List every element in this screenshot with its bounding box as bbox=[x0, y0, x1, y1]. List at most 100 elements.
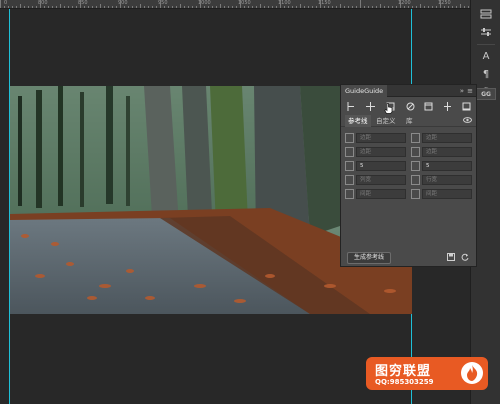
guideguide-icon[interactable]: GG bbox=[476, 88, 496, 100]
ruler-tick bbox=[404, 6, 405, 8]
ruler-tick bbox=[152, 6, 153, 8]
ruler-tick bbox=[332, 6, 333, 8]
ruler-tick bbox=[104, 6, 105, 8]
midpoint-guide-icon[interactable] bbox=[442, 101, 453, 111]
ruler-tick bbox=[4, 6, 5, 8]
watermark-qq: QQ:985303259 bbox=[375, 378, 434, 386]
ruler-tick bbox=[240, 0, 241, 8]
top-margin-field[interactable]: 边距 bbox=[356, 147, 406, 157]
ruler-tick bbox=[356, 6, 357, 8]
margin-row-2: 边距 边距 bbox=[341, 147, 476, 157]
ruler-tick bbox=[328, 6, 329, 8]
row-gutter-field[interactable]: 间距 bbox=[422, 189, 472, 199]
panel-tab-guideguide[interactable]: GuideGuide bbox=[341, 85, 388, 97]
tab-guides[interactable]: 参考线 bbox=[345, 115, 371, 127]
margin-row-1: 边距 边距 bbox=[341, 133, 476, 143]
ruler-tick bbox=[456, 6, 457, 8]
row-gutter-icon bbox=[411, 189, 420, 199]
ruler-tick bbox=[192, 6, 193, 8]
ruler-tick bbox=[232, 6, 233, 8]
ruler-tick bbox=[260, 4, 261, 8]
watermark-title: 图穷联盟 bbox=[375, 364, 432, 379]
ruler-tick bbox=[160, 0, 161, 8]
ruler-tick bbox=[452, 6, 453, 8]
bottom-edge-guide-icon[interactable] bbox=[461, 101, 472, 111]
ruler-tick bbox=[460, 4, 461, 8]
ruler-tick bbox=[300, 4, 301, 8]
right-margin-field[interactable]: 边距 bbox=[422, 133, 472, 143]
ruler-tick bbox=[428, 6, 429, 8]
ruler-tick bbox=[280, 0, 281, 8]
save-set-icon[interactable] bbox=[447, 253, 455, 263]
ruler-tick bbox=[64, 6, 65, 8]
clear-guides-icon[interactable] bbox=[405, 101, 416, 111]
ruler-tick bbox=[248, 6, 249, 8]
left-margin-field[interactable]: 边距 bbox=[356, 133, 406, 143]
ruler-tick bbox=[256, 6, 257, 8]
ruler-tick bbox=[236, 6, 237, 8]
ruler-tick bbox=[168, 6, 169, 8]
ruler-tick bbox=[172, 6, 173, 8]
column-gutter-field[interactable]: 间距 bbox=[356, 189, 406, 199]
ruler-tick bbox=[52, 6, 53, 8]
left-guide-icon[interactable] bbox=[345, 101, 356, 111]
ruler-tick bbox=[12, 6, 13, 8]
width-row: 列宽 行宽 bbox=[341, 175, 476, 185]
ruler-tick bbox=[440, 0, 441, 8]
ruler-tick bbox=[268, 6, 269, 8]
ruler-tick bbox=[116, 6, 117, 8]
center-guide-icon[interactable] bbox=[365, 101, 376, 111]
ruler-tick bbox=[400, 0, 401, 8]
ruler-tick bbox=[212, 6, 213, 8]
ruler-tick bbox=[308, 6, 309, 8]
rows-field[interactable]: 5 bbox=[422, 161, 472, 171]
ruler-tick bbox=[264, 6, 265, 8]
columns-icon bbox=[345, 161, 354, 171]
columns-field[interactable]: 5 bbox=[356, 161, 406, 171]
ruler-tick bbox=[92, 6, 93, 8]
paragraph-icon[interactable]: ¶ bbox=[475, 66, 497, 82]
photoshop-window: 0 800 850 900 950 1000 1050 1100 1150 12… bbox=[0, 0, 500, 404]
ruler-tick bbox=[136, 6, 137, 8]
ruler-tick bbox=[200, 0, 201, 8]
column-width-field[interactable]: 列宽 bbox=[356, 175, 406, 185]
ruler-tick bbox=[244, 6, 245, 8]
ruler-tick bbox=[132, 6, 133, 8]
horizontal-ruler[interactable]: 0 800 850 900 950 1000 1050 1100 1150 12… bbox=[0, 0, 470, 9]
ruler-tick bbox=[296, 6, 297, 8]
ruler-tick bbox=[344, 6, 345, 8]
panel-menu-icon[interactable]: ≡ bbox=[467, 85, 473, 97]
ruler-tick bbox=[108, 6, 109, 8]
refresh-icon[interactable] bbox=[461, 253, 469, 263]
guide-quick-icons bbox=[341, 98, 476, 114]
ruler-tick bbox=[396, 6, 397, 8]
ruler-tick bbox=[16, 6, 17, 8]
top-guide-icon[interactable] bbox=[423, 101, 434, 111]
type-icon[interactable]: A bbox=[475, 48, 497, 64]
top-margin-icon bbox=[345, 147, 354, 157]
bottom-margin-field[interactable]: 边距 bbox=[422, 147, 472, 157]
ruler-tick bbox=[376, 6, 377, 8]
rows-icon bbox=[411, 161, 420, 171]
ruler-tick bbox=[224, 6, 225, 8]
ruler-tick bbox=[28, 6, 29, 8]
row-height-field[interactable]: 行宽 bbox=[422, 175, 472, 185]
tab-custom[interactable]: 自定义 bbox=[373, 115, 399, 127]
ruler-tick bbox=[284, 6, 285, 8]
ruler-tick bbox=[416, 6, 417, 8]
sliders-icon[interactable] bbox=[475, 24, 497, 40]
collapse-icon[interactable]: » bbox=[460, 85, 464, 97]
ruler-tick bbox=[340, 4, 341, 8]
ruler-tick bbox=[276, 6, 277, 8]
eye-icon[interactable] bbox=[463, 116, 472, 125]
layers-icon[interactable] bbox=[475, 6, 497, 22]
ruler-tick bbox=[148, 6, 149, 8]
tab-library[interactable]: 库 bbox=[403, 115, 416, 127]
ruler-tick bbox=[24, 6, 25, 8]
ruler-tick bbox=[144, 6, 145, 8]
ruler-tick bbox=[312, 6, 313, 8]
generate-guides-button[interactable]: 生成参考线 bbox=[347, 252, 391, 264]
ruler-tick bbox=[96, 6, 97, 8]
ruler-tick bbox=[100, 4, 101, 8]
ruler-tick bbox=[56, 6, 57, 8]
